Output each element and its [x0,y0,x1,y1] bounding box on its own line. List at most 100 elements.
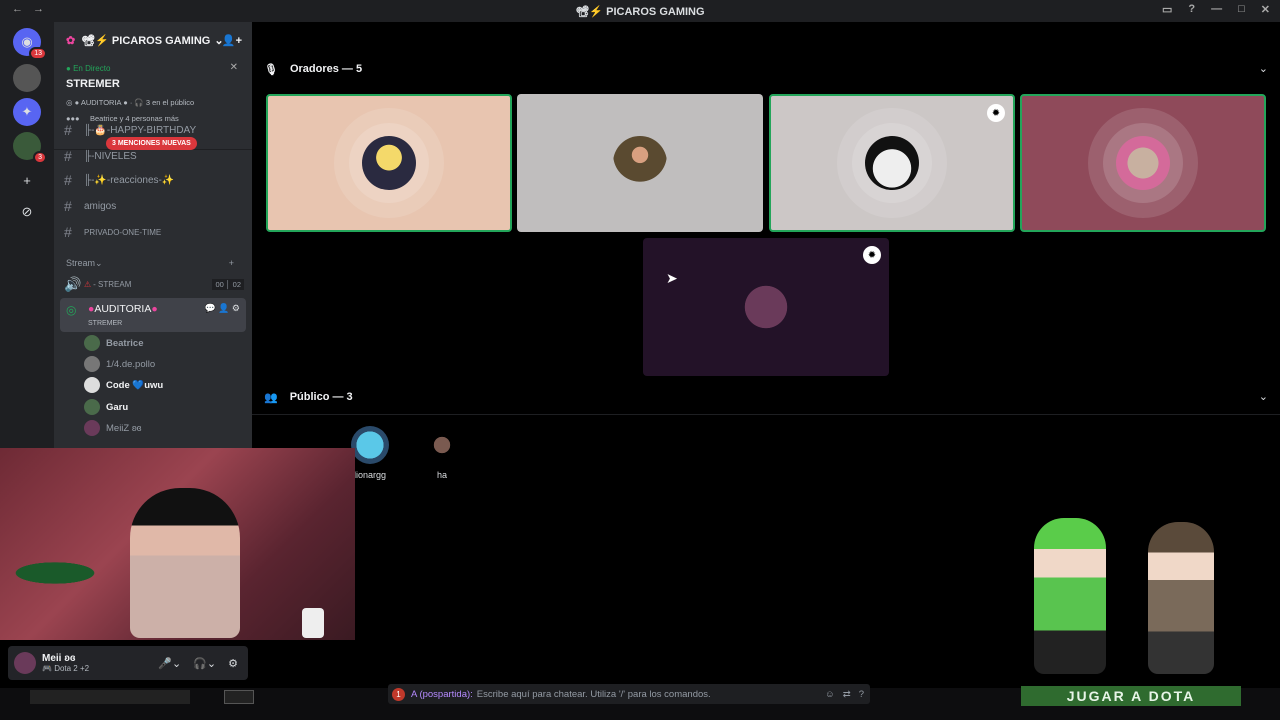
mic-icon: 🎙 [264,63,278,76]
category-stream[interactable]: Stream ⌄ + [66,253,246,273]
user-count: 00 [215,279,224,289]
user-name: Garu [106,401,129,413]
add-member-icon[interactable]: 👤+ [222,34,242,47]
speaker-tile[interactable] [266,94,512,232]
stage-main: 🎙 Oradores — 5 ⌄ ✹ ✹ ➤ 👥 Público — 3 ⌄ lio… [252,22,1280,688]
moderator-icon: ✹ [863,246,881,264]
speaker-avatar [362,136,416,190]
collapse-chevron-icon[interactable]: ⌄ [1259,62,1268,75]
channel-reacciones[interactable]: # ╟-✨-reacciones-✨ [64,170,244,190]
channel-label: ╟-NIVELES [84,150,137,162]
speakers-header: 🎙 Oradores — 5 [264,59,362,79]
overlay-character-left [1034,518,1106,674]
add-server-icon[interactable]: + [13,166,41,194]
help-icon[interactable]: ? [1188,3,1195,16]
chat-badge: 1 [392,687,405,701]
user-name: ha [436,470,447,480]
stage-info: ◎ ● AUDITORIA ● · 🎧 3 en el público [66,98,195,107]
speaker-tile[interactable] [1020,94,1266,232]
avatar[interactable] [14,652,36,674]
streamer-figure [130,488,240,638]
server-picaros-icon[interactable]: ✦ [13,98,41,126]
speaker-tile[interactable]: ✹ [643,238,889,376]
stream-emoji-icon: ⚠ [84,279,92,289]
title-bar: ← → 📽⚡ PICAROS GAMING ▭ ? — □ ✕ [0,0,1280,22]
server-header[interactable]: ✿ 📽⚡ PICAROS GAMING ⌄ 👤+ [54,22,252,58]
server-name: 📽⚡ PICAROS GAMING [81,34,211,47]
emoji-icon[interactable]: ☺ [825,689,835,700]
mouse-cursor-icon: ➤ [666,270,678,286]
hash-icon: # [64,198,72,214]
speaker-tile[interactable] [517,94,763,232]
play-dota-button[interactable]: JUGAR A DOTA [1021,686,1241,706]
user-controls: 🎤⌄ 🎧⌄ ⚙ [158,657,238,670]
voice-channel-stream[interactable]: 🔊 ⚠ - STREAM 00 │ 02 [64,274,244,294]
help-icon[interactable]: ? [859,689,864,700]
game-chat-bar[interactable]: 1 A (pospartida): Escribe aquí para chat… [388,684,870,704]
audience-icon: 👥 [264,391,278,404]
audience-member[interactable]: ha [412,426,472,480]
minimize-button[interactable]: — [1211,3,1222,16]
notification-badge: 3 [33,151,47,164]
speaker-icon: 🔊 [64,275,82,292]
channel-amigos[interactable]: # amigos [64,196,244,216]
close-icon[interactable]: ✕ [230,62,238,73]
user-limit: 00 │ 02 [212,278,244,290]
chat-actions: ☺ ⇄? [825,689,864,700]
user-name: lionargg [353,470,387,480]
headphones-icon[interactable]: 🎧⌄ [193,657,216,670]
avatar [84,356,100,372]
user-info[interactable]: Meii ʚɞ 🎮 Dota 2 +2 [42,653,89,673]
channel-niveles[interactable]: # ╟-NIVELES [64,146,244,166]
mic-icon[interactable]: 🎤⌄ [158,657,181,670]
stage-channel-auditoria[interactable]: ◎ ●AUDITORIA● STREMER 💬 👤 ⚙ [60,298,246,332]
avatar [84,335,100,351]
window-title: 📽⚡ PICAROS GAMING [575,6,705,18]
user-name: MeiiZ ʚɞ [106,422,142,434]
server-avatar-icon[interactable] [13,64,41,92]
stage-topic: STREMER [88,320,123,327]
live-status: ● En Directo [66,64,111,73]
voice-user[interactable]: MeiiZ ʚɞ [84,418,142,438]
add-channel-icon[interactable]: + [229,258,234,268]
translate-icon[interactable]: ⇄ [843,689,851,700]
user-panel: Meii ʚɞ 🎮 Dota 2 +2 🎤⌄ 🎧⌄ ⚙ [8,646,248,680]
server-list: ◉ 13 ✦ 3 + ⊘ [0,22,54,452]
channel-birthday[interactable]: # ╟-🎂-HAPPY-BIRTHDAY [64,122,244,138]
voice-user[interactable]: Beatrice [84,333,144,353]
channel-actions[interactable]: 💬 👤 ⚙ [205,303,240,314]
maximize-button[interactable]: □ [1238,3,1245,16]
moderator-icon: ✹ [987,104,1005,122]
chat-placeholder: Escribe aquí para chatear. Utiliza '/' p… [476,688,711,700]
hash-icon: # [64,172,72,188]
overlay-character-right [1148,522,1214,674]
stage-icon: ◎ [66,303,77,317]
close-button[interactable]: ✕ [1261,3,1270,16]
inbox-icon[interactable]: ▭ [1162,3,1172,16]
divider [252,414,1280,415]
server-emblem-icon: ✿ [66,34,76,47]
audience-count: 3 en el público [145,98,195,107]
server-avatar-icon[interactable]: 3 [13,132,47,164]
speakers-title: Oradores — 5 [289,63,363,75]
speaker-avatar [1116,136,1170,190]
speaker-tile[interactable]: ✹ [769,94,1015,232]
voice-user[interactable]: 1/4.de.pollo [84,354,155,374]
stage-name: STREMER [66,78,120,90]
explore-icon[interactable]: ⊘ [13,198,41,226]
channel-privado[interactable]: # PRIVADO-ONE-TIME [64,222,244,242]
user-name: Code 💙uwu [106,379,164,391]
home-discord-icon[interactable]: ◉ 13 [13,28,47,60]
voice-user[interactable]: Code 💙uwu [84,375,163,395]
settings-gear-icon[interactable]: ⚙ [228,657,238,670]
collapse-chevron-icon[interactable]: ⌄ [1259,390,1268,403]
hash-icon: # [64,122,72,138]
taskbar-app-icon[interactable] [224,690,254,704]
user-status: 🎮 Dota 2 +2 [42,664,90,673]
people-text: Beatrice y 4 personas más [90,114,179,123]
avatar [351,426,389,464]
taskbar-apps[interactable] [30,690,190,704]
voice-user[interactable]: Garu [84,397,128,417]
channel-label: PRIVADO-ONE-TIME [84,227,162,237]
channel-label: - STREAM [93,279,132,289]
